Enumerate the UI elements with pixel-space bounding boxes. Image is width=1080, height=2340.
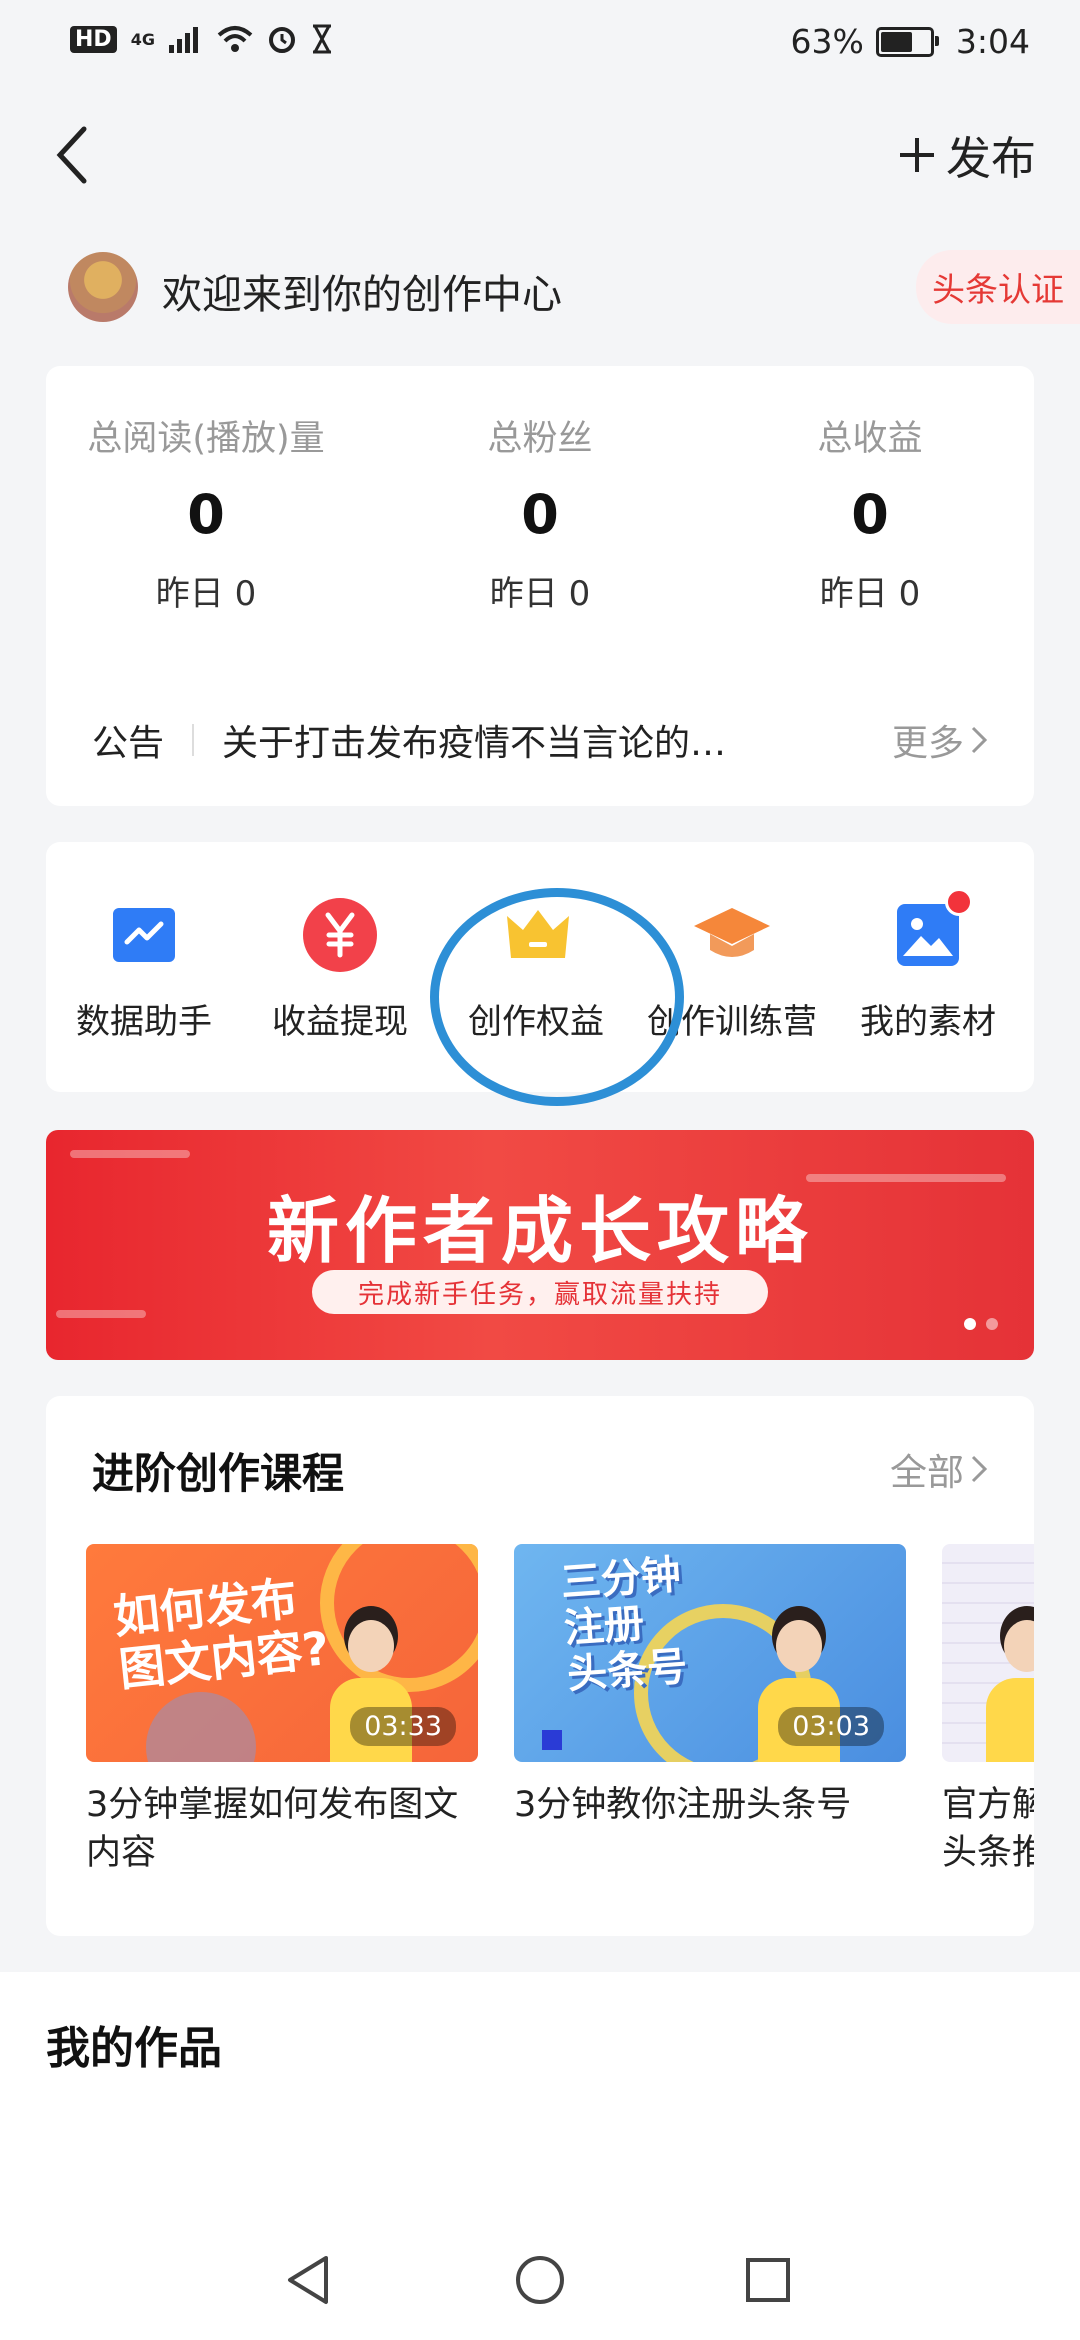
notice-label: 公告 — [92, 723, 165, 764]
course-thumbnail: 如何发布 图文内容? 03:33 — [86, 1544, 478, 1762]
clock: 3:04 — [955, 22, 1030, 61]
system-nav-bar — [0, 2230, 1080, 2340]
video-duration: 03:33 — [350, 1707, 456, 1746]
stat-yesterday: 昨日 0 — [489, 574, 591, 614]
stat-value: 0 — [521, 483, 559, 546]
nav-recent-icon[interactable] — [744, 2254, 792, 2306]
hd-badge: HD — [70, 25, 117, 53]
wifi-icon — [217, 26, 253, 52]
avatar[interactable] — [68, 252, 138, 322]
image-icon — [895, 888, 973, 968]
status-bar: HD 4G 63% 3:04 — [0, 0, 1080, 90]
annotation-circle — [430, 888, 684, 1106]
stat-label: 总粉丝 — [487, 419, 593, 459]
yuan-icon — [303, 898, 377, 972]
signal-icon — [168, 27, 198, 53]
notice-more-label: 更多 — [891, 723, 964, 764]
publish-button[interactable]: 发布 — [898, 122, 1036, 187]
notice-text[interactable]: 关于打击发布疫情不当言论的… — [222, 714, 782, 766]
status-right: 63% 3:04 — [791, 22, 1030, 61]
tool-income-withdraw[interactable]: 收益提现 — [242, 898, 438, 1043]
stat-value: 0 — [187, 483, 225, 546]
network-label: 4G — [130, 29, 155, 49]
nav-back-icon[interactable] — [284, 2254, 332, 2306]
stat-value: 0 — [851, 483, 889, 546]
notice-more-link[interactable]: 更多 — [892, 714, 988, 766]
chevron-right-icon — [971, 1455, 988, 1483]
stat-label: 总阅读(播放)量 — [87, 419, 325, 459]
thumb-decor — [542, 1730, 562, 1750]
courses-title: 进阶创作课程 — [92, 1449, 345, 1498]
thumb-title: 三分钟 注册 头条号 — [559, 1551, 689, 1699]
graduation-cap-icon — [694, 902, 770, 968]
tool-label: 数据助手 — [76, 1002, 212, 1042]
banner-decor — [56, 1310, 146, 1318]
battery-icon — [875, 26, 939, 57]
chevron-right-icon — [971, 726, 988, 754]
banner-subtitle: 完成新手任务，赢取流量扶持 — [312, 1270, 768, 1314]
plus-icon — [899, 137, 934, 172]
courses-all-label: 全部 — [890, 1451, 964, 1494]
stat-yesterday: 昨日 0 — [155, 574, 257, 614]
nav-home-icon[interactable] — [514, 2254, 566, 2306]
course-title: 3分钟掌握如何发布图文内容 — [86, 1785, 459, 1873]
course-card[interactable]: 三分钟 注册 头条号 03:03 3分钟教你注册头条号 — [514, 1544, 906, 1830]
course-title: 3分钟教你注册头条号 — [514, 1785, 852, 1825]
course-thumbnail: 三分钟 注册 头条号 03:03 — [514, 1544, 906, 1762]
stat-yesterday: 昨日 0 — [819, 574, 921, 614]
battery-percent: 63% — [790, 22, 864, 61]
tool-data-assistant[interactable]: 数据助手 — [46, 902, 242, 1043]
stat-label: 总收益 — [817, 419, 923, 459]
course-card[interactable]: 如何发布 图文内容? 03:33 3分钟掌握如何发布图文内容 — [86, 1544, 478, 1877]
presenter-figure — [982, 1612, 1034, 1762]
welcome-text: 欢迎来到你的创作中心 — [162, 272, 562, 318]
stat-total-fans[interactable]: 总粉丝 0 昨日 0 — [380, 410, 700, 615]
notice-divider — [192, 724, 195, 756]
promo-banner[interactable]: 新作者成长攻略 完成新手任务，赢取流量扶持 — [46, 1130, 1034, 1360]
course-card[interactable]: 官方解 头条推 — [942, 1544, 1034, 1877]
courses-all-link[interactable]: 全部 — [890, 1442, 988, 1496]
publish-label: 发布 — [945, 132, 1036, 185]
banner-title: 新作者成长攻略 — [266, 1189, 813, 1273]
banner-decor — [70, 1150, 190, 1158]
back-button[interactable] — [42, 120, 102, 190]
thumb-decor — [146, 1692, 256, 1762]
tool-label: 我的素材 — [860, 1002, 996, 1042]
cert-button[interactable]: 头条认证 — [916, 250, 1080, 324]
thumb-title: 如何发布 图文内容? — [110, 1571, 332, 1697]
notice-row[interactable]: 公告 关于打击发布疫情不当言论的… 更多 — [46, 690, 1034, 790]
video-duration: 03:03 — [778, 1707, 884, 1746]
tool-my-materials[interactable]: 我的素材 — [830, 888, 1026, 1043]
stat-total-income[interactable]: 总收益 0 昨日 0 — [710, 410, 1030, 615]
hourglass-icon — [312, 24, 331, 54]
status-left: HD 4G — [70, 24, 333, 54]
course-thumbnail — [942, 1544, 1034, 1762]
works-title: 我的作品 — [46, 2023, 222, 2074]
notification-dot — [945, 888, 973, 916]
banner-pagination — [964, 1318, 998, 1330]
tool-label: 收益提现 — [272, 1002, 408, 1042]
chart-icon — [111, 902, 177, 968]
banner-dot — [964, 1318, 976, 1330]
courses-card: 进阶创作课程 全部 如何发布 图文内容? 03:33 3分钟掌握如何发布图文内容… — [46, 1396, 1034, 1936]
banner-dot — [986, 1318, 998, 1330]
chevron-left-icon — [56, 126, 87, 184]
stat-total-reads[interactable]: 总阅读(播放)量 0 昨日 0 — [46, 410, 366, 615]
alarm-icon — [268, 27, 295, 53]
course-title: 官方解 头条推 — [942, 1785, 1034, 1873]
